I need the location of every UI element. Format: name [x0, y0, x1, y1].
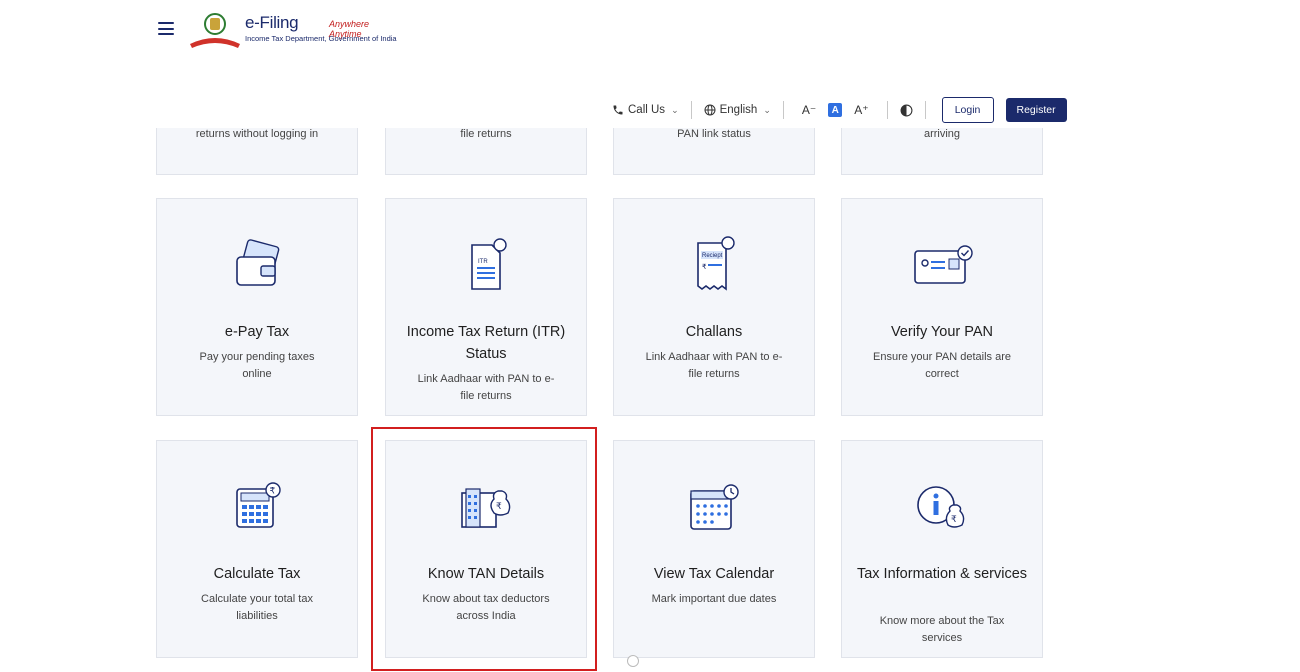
divider: [886, 101, 888, 119]
card-description: Mark important due dates: [651, 593, 777, 605]
service-card[interactable]: arriving: [841, 128, 1043, 175]
know-tan-details-card[interactable]: ₹ Know TAN Details Know about tax deduct…: [385, 440, 587, 658]
card-description: PAN link status: [677, 128, 751, 140]
wallet-card-icon: [236, 239, 280, 286]
calendar-icon: [690, 484, 739, 530]
info-money-icon: ₹: [917, 486, 965, 528]
card-description: Calculate your total tax liabilities: [201, 593, 313, 622]
pan-card-icon: [914, 245, 973, 284]
svg-text:₹: ₹: [951, 515, 957, 525]
card-description: arriving: [923, 128, 961, 140]
font-decrease-button[interactable]: A⁻: [802, 103, 816, 117]
register-button[interactable]: Register: [1005, 98, 1067, 122]
efiling-logo[interactable]: e-Filing Anywhere Anytime Income Tax Dep…: [188, 10, 397, 50]
svg-text:Reciept: Reciept: [702, 253, 723, 259]
calculator-icon: ₹: [236, 482, 281, 528]
calculate-tax-card[interactable]: ₹ Calculate Tax Calculate your total tax…: [156, 440, 358, 658]
card-title: Know TAN Details: [427, 566, 545, 582]
divider: [690, 101, 692, 119]
service-card[interactable]: returns without logging in: [156, 128, 358, 175]
chevron-down-icon: ⌄: [763, 104, 771, 115]
service-card[interactable]: PAN link status: [613, 128, 815, 175]
language-dropdown[interactable]: English ⌄: [704, 104, 771, 116]
brand-subtitle: Income Tax Department, Government of Ind…: [245, 34, 397, 43]
card-description: Link Aadhaar with PAN to e-file returns: [417, 373, 555, 402]
card-description: file returns: [460, 128, 512, 140]
card-title: Tax Information & services: [856, 566, 1028, 582]
card-title: Calculate Tax: [213, 566, 301, 582]
menu-icon[interactable]: [158, 22, 174, 35]
contrast-toggle-icon[interactable]: [900, 104, 913, 117]
tan-building-icon: ₹: [461, 488, 511, 528]
emblem-icon: [190, 13, 240, 48]
receipt-icon: Reciept ₹: [697, 236, 735, 291]
svg-text:₹: ₹: [270, 487, 276, 497]
brand-name: e-Filing: [245, 13, 299, 32]
top-toolbar: Call Us ⌄ English ⌄ A⁻ A A⁺ Login Regist…: [612, 92, 1082, 128]
itr-document-icon: ITR: [471, 238, 507, 290]
tax-information-card[interactable]: ₹ Tax Information & services Know more a…: [841, 440, 1043, 658]
svg-text:ITR: ITR: [478, 259, 488, 265]
card-description: returns without logging in: [195, 128, 319, 140]
svg-text:₹: ₹: [496, 502, 502, 512]
card-description: Ensure your PAN details are correct: [873, 351, 1011, 380]
language-label: English: [719, 104, 758, 116]
divider: [782, 101, 784, 119]
svg-text:₹: ₹: [702, 263, 707, 271]
font-default-button[interactable]: A: [828, 103, 843, 117]
card-description: Know more about the Tax services: [879, 615, 1005, 644]
login-button[interactable]: Login: [941, 97, 994, 123]
call-us-label: Call Us: [628, 104, 666, 116]
challans-card[interactable]: Reciept ₹ Challans Link Aadhaar with PAN…: [613, 198, 815, 416]
card-title: View Tax Calendar: [653, 566, 775, 582]
card-description: Pay your pending taxes online: [199, 351, 315, 380]
chevron-down-icon: ⌄: [671, 104, 679, 115]
divider: [924, 101, 926, 119]
card-title: Challans: [685, 324, 743, 340]
call-us-dropdown[interactable]: Call Us ⌄: [612, 104, 679, 116]
itr-status-card[interactable]: ITR Income Tax Return (ITR) Status Link …: [385, 198, 587, 416]
card-description: Link Aadhaar with PAN to e-file returns: [645, 351, 783, 380]
card-title: Verify Your PAN: [890, 324, 994, 340]
card-title: e-Pay Tax: [224, 324, 290, 340]
verify-pan-card[interactable]: Verify Your PAN Ensure your PAN details …: [841, 198, 1043, 416]
phone-icon: [613, 105, 623, 115]
font-increase-button[interactable]: A⁺: [854, 103, 868, 117]
card-description: Know about tax deductors across India: [422, 593, 550, 622]
service-card[interactable]: file returns: [385, 128, 587, 175]
card-title: Income Tax Return (ITR) Status: [406, 324, 566, 362]
globe-icon: [704, 104, 716, 116]
view-tax-calendar-card[interactable]: View Tax Calendar Mark important due dat…: [613, 440, 815, 658]
scroll-indicator: [627, 655, 639, 667]
e-pay-tax-card[interactable]: e-Pay Tax Pay your pending taxes online: [156, 198, 358, 416]
